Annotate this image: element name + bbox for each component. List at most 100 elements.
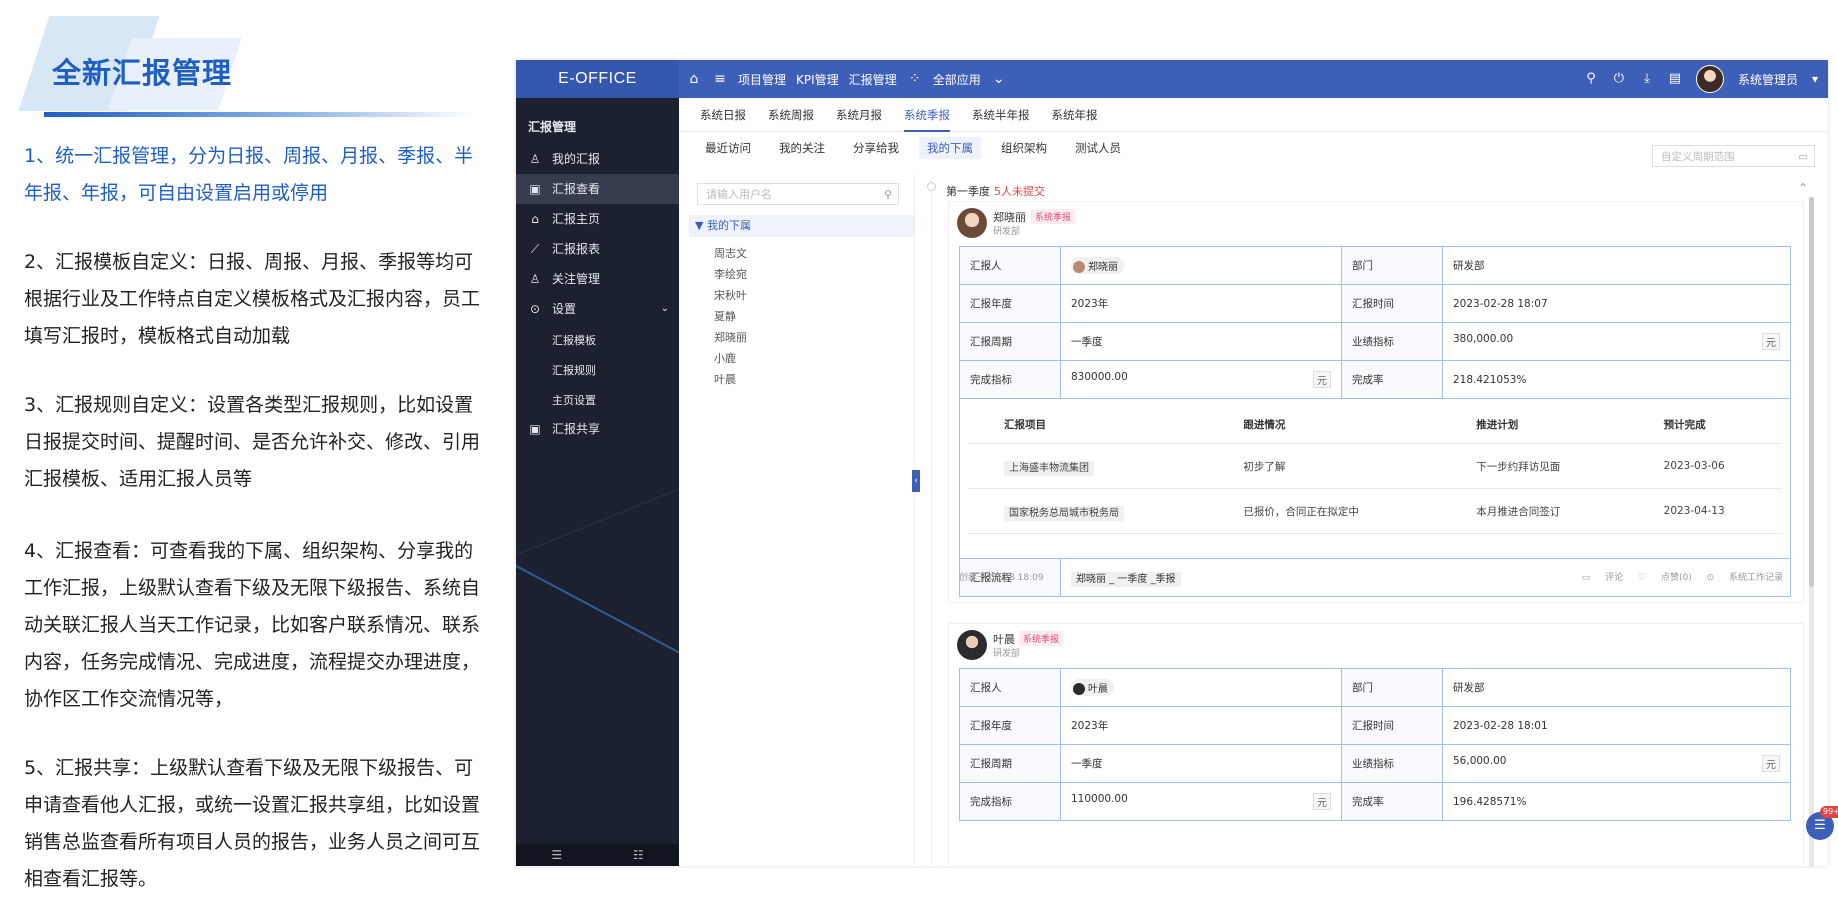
sidebar: 汇报管理 ♙ 我的汇报 ▣ 汇报查看 ⌂ 汇报主页 ⟋ 汇报报表 ♙ 关注管理 ⊙ 设置 ⌄ … xyxy=(516,98,679,866)
search-icon[interactable]: ⚲ xyxy=(1584,72,1598,86)
tab-yearly[interactable]: 系统年报 xyxy=(1052,98,1098,132)
chevron-down-icon: ⌄ xyxy=(660,303,669,314)
brand-logo[interactable]: E-OFFICE xyxy=(516,60,679,98)
tab-half-year[interactable]: 系统半年报 xyxy=(972,98,1030,132)
avatar[interactable] xyxy=(957,208,987,238)
chevron-up-icon[interactable]: ⌃ xyxy=(1798,181,1808,195)
sidebar-item-my-report[interactable]: ♙ 我的汇报 xyxy=(516,144,679,174)
project-tag[interactable]: 上海盛丰物流集团 xyxy=(1004,460,1094,476)
tab-org[interactable]: 组织架构 xyxy=(993,137,1055,159)
table-row: 上海盛丰物流集团 初步了解 下一步约拜访见面 2023-03-06 xyxy=(968,443,1782,489)
tree-node[interactable]: 周志文 xyxy=(714,245,747,261)
project-tag[interactable]: 国家税务总局城市税务局 xyxy=(1004,505,1124,521)
value-rate: 196.428571% xyxy=(1442,782,1791,821)
label-time: 汇报时间 xyxy=(1341,284,1443,323)
expand-menu-icon[interactable]: ☷ xyxy=(633,848,644,862)
label-dept: 部门 xyxy=(1341,668,1443,707)
download-icon[interactable]: ⤓ xyxy=(1640,72,1654,86)
label-time: 汇报时间 xyxy=(1341,706,1443,745)
like-button[interactable]: ♡ 点赞(0) xyxy=(1638,573,1692,583)
label-reporter: 汇报人 xyxy=(959,246,1061,285)
tree-node[interactable]: 小鹿 xyxy=(714,350,736,366)
nav-report[interactable]: 汇报管理 xyxy=(849,71,897,88)
reporter-name[interactable]: 叶晨 xyxy=(993,631,1015,647)
chart-icon: ⟋ xyxy=(530,242,540,256)
sidebar-sub-template[interactable]: 汇报模板 xyxy=(552,332,596,348)
sidebar-sub-home-settings[interactable]: 主页设置 xyxy=(552,392,596,408)
goal-amount: 830000.00 xyxy=(1071,371,1128,383)
tree-node[interactable]: 郑晓丽 xyxy=(714,329,747,345)
user-caret-icon[interactable]: ▾ xyxy=(1812,72,1818,86)
sidebar-item-stats[interactable]: ⟋ 汇报报表 xyxy=(516,234,679,264)
tree-node[interactable]: 叶晨 xyxy=(714,371,736,387)
home-icon[interactable]: ⌂ xyxy=(686,71,702,87)
like-label: 点赞(0) xyxy=(1660,573,1692,583)
label-reporter: 汇报人 xyxy=(959,668,1061,707)
sidebar-item-share[interactable]: ▣ 汇报共享 xyxy=(516,414,679,444)
label-period: 汇报周期 xyxy=(959,322,1061,361)
avatar[interactable] xyxy=(957,630,987,660)
value-target: 56,000.00 元 xyxy=(1442,744,1791,783)
tab-recent[interactable]: 最近访问 xyxy=(697,137,759,159)
reporter-dept: 研发部 xyxy=(993,227,1021,237)
reporter-chip[interactable]: 郑晓丽 xyxy=(1071,257,1124,274)
work-record-button[interactable]: ⊙ 系统工作记录 xyxy=(1707,573,1783,583)
tab-quarterly[interactable]: 系统季报 xyxy=(904,98,950,132)
tab-daily[interactable]: 系统日报 xyxy=(700,98,746,132)
top-right-tools: ⚲ ⏻ ⤓ ▤ 系统管理员 ▾ xyxy=(1584,60,1818,98)
sidebar-item-settings[interactable]: ⊙ 设置 ⌄ xyxy=(516,294,679,324)
cell-project: 上海盛丰物流集团 xyxy=(968,443,1208,489)
tree-node[interactable]: 李绘宛 xyxy=(714,266,747,282)
timeline-dot xyxy=(927,182,936,191)
tab-subordinates[interactable]: 我的下属 xyxy=(919,137,981,159)
sidebar-sub-rules[interactable]: 汇报规则 xyxy=(552,362,596,378)
tab-shared[interactable]: 分享给我 xyxy=(845,137,907,159)
tab-test-users[interactable]: 测试人员 xyxy=(1067,137,1129,159)
nav-all-apps[interactable]: 全部应用 xyxy=(933,71,981,88)
reporter-name[interactable]: 郑晓丽 xyxy=(993,209,1026,225)
collapse-menu-icon[interactable]: ☰ xyxy=(551,848,562,862)
report-type-badge: 系统季报 xyxy=(1031,209,1076,224)
label-rate: 完成率 xyxy=(1341,782,1443,821)
work-record-label: 系统工作记录 xyxy=(1728,573,1783,583)
sidebar-item-view[interactable]: ▣ 汇报查看 xyxy=(516,174,679,204)
sidebar-item-label: 汇报查看 xyxy=(552,182,601,196)
value-time: 2023-02-28 18:07 xyxy=(1442,284,1791,323)
avatar[interactable] xyxy=(1695,65,1724,93)
scrollbar[interactable] xyxy=(1809,197,1814,866)
user-name[interactable]: 系统管理员 xyxy=(1738,71,1798,88)
tab-followed[interactable]: 我的关注 xyxy=(771,137,833,159)
comment-button[interactable]: ▭ 评论 xyxy=(1582,573,1623,583)
sidebar-item-follow[interactable]: ♙ 关注管理 xyxy=(516,264,679,294)
reporter-dept: 研发部 xyxy=(993,649,1021,659)
cell-eta: 2023-04-13 xyxy=(1627,488,1782,534)
report-card: 叶晨 系统季报 研发部 汇报人 叶晨 部门 研发部 汇报年度 2023年 汇报时… xyxy=(948,623,1804,866)
label-year: 汇报年度 xyxy=(959,706,1061,745)
chevron-down-icon[interactable]: ⌄ xyxy=(991,71,1007,87)
share-report-icon: ▣ xyxy=(529,422,541,436)
document-icon[interactable]: ▤ xyxy=(1668,72,1682,86)
chat-badge: 99+ xyxy=(1820,806,1838,818)
period-range-input[interactable]: 自定义周期范围 ▭ xyxy=(1652,145,1815,167)
promo-paragraph-3: 3、汇报规则自定义：设置各类型汇报规则，比如设置日报提交时间、提醒时间、是否允许… xyxy=(24,394,481,490)
nav-project[interactable]: 项目管理 xyxy=(738,71,786,88)
tab-weekly[interactable]: 系统周报 xyxy=(768,98,814,132)
unit-label: 元 xyxy=(1762,755,1780,772)
collapse-tree-handle[interactable]: ‹ xyxy=(912,470,920,492)
user-search-input[interactable]: 请输入用户名 ⚲ xyxy=(697,183,899,205)
value-period: 一季度 xyxy=(1060,744,1342,783)
tree-node[interactable]: 夏静 xyxy=(714,308,736,324)
promo-panel: 全新汇报管理 1、统一汇报管理，分为日报、周报、月报、季报、半年报、年报，可自由… xyxy=(0,0,500,901)
power-icon[interactable]: ⏻ xyxy=(1612,72,1626,86)
value-goal: 110000.00 元 xyxy=(1060,782,1342,821)
menu-icon[interactable]: ≡ xyxy=(712,71,728,87)
tree-node[interactable]: 宋秋叶 xyxy=(714,287,747,303)
sidebar-item-home[interactable]: ⌂ 汇报主页 xyxy=(516,204,679,234)
nav-kpi[interactable]: KPI管理 xyxy=(796,71,839,88)
scrollbar-thumb[interactable] xyxy=(1809,197,1814,587)
target-amount: 380,000.00 xyxy=(1453,333,1514,345)
reporter-chip[interactable]: 叶晨 xyxy=(1071,679,1114,696)
tree-root[interactable]: ▼ 我的下属 xyxy=(689,215,914,237)
tab-monthly[interactable]: 系统月报 xyxy=(836,98,882,132)
pending-count[interactable]: 5人未提交 xyxy=(994,185,1045,198)
